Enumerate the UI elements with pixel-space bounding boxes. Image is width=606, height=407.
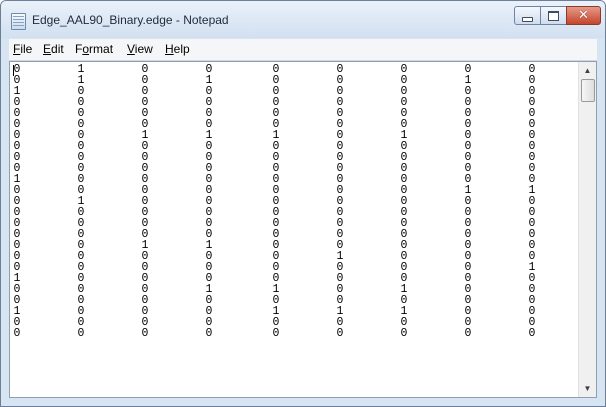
matrix-value: 0 bbox=[272, 327, 280, 340]
menu-edit-label: dit bbox=[51, 42, 64, 56]
menu-help-mnemonic: H bbox=[165, 42, 174, 56]
menu-format-label: rmat bbox=[89, 42, 114, 56]
menu-file[interactable]: File bbox=[13, 42, 32, 56]
matrix-value: 0 bbox=[528, 327, 536, 340]
text-caret bbox=[13, 65, 14, 76]
vertical-scrollbar[interactable]: ▲ ▼ bbox=[578, 62, 596, 397]
window-title: Edge_AAL90_Binary.edge - Notepad bbox=[32, 13, 229, 27]
matrix-value: 0 bbox=[141, 327, 149, 340]
close-button[interactable]: ✕ bbox=[566, 6, 601, 25]
menu-view-label: iew bbox=[134, 42, 153, 56]
menu-bar: File Edit Format View Help bbox=[9, 39, 597, 61]
minimize-icon bbox=[522, 16, 533, 22]
window-bottom-frame bbox=[9, 398, 597, 406]
text-editor[interactable]: 0100000000101000101000000000000000000000… bbox=[9, 61, 597, 398]
menu-file-label: ile bbox=[20, 42, 33, 56]
title-bar[interactable]: Edge_AAL90_Binary.edge - Notepad ✕ bbox=[1, 1, 605, 38]
scroll-up-button[interactable]: ▲ bbox=[579, 62, 596, 79]
maximize-icon bbox=[548, 10, 559, 21]
menu-view[interactable]: View bbox=[127, 42, 153, 56]
menu-help-label: elp bbox=[173, 42, 190, 56]
menu-format[interactable]: Format bbox=[75, 42, 113, 56]
scroll-down-button[interactable]: ▼ bbox=[579, 380, 596, 397]
scroll-down-icon: ▼ bbox=[583, 384, 592, 393]
scroll-up-icon: ▲ bbox=[583, 66, 592, 75]
matrix-value: 0 bbox=[77, 327, 85, 340]
minimize-button[interactable] bbox=[514, 6, 541, 25]
matrix-value: 0 bbox=[13, 327, 21, 340]
notepad-icon[interactable] bbox=[11, 13, 26, 30]
menu-edit-mnemonic: E bbox=[43, 42, 52, 56]
matrix-value: 0 bbox=[464, 327, 472, 340]
menu-view-mnemonic: V bbox=[127, 42, 135, 56]
maximize-button[interactable] bbox=[540, 6, 567, 25]
menu-help[interactable]: Help bbox=[165, 42, 190, 56]
matrix-value: 0 bbox=[336, 327, 344, 340]
menu-edit[interactable]: Edit bbox=[43, 42, 64, 56]
scroll-thumb[interactable] bbox=[581, 79, 595, 102]
close-icon: ✕ bbox=[578, 8, 589, 23]
matrix-value: 0 bbox=[400, 327, 408, 340]
matrix-value: 0 bbox=[205, 327, 213, 340]
notepad-window: Edge_AAL90_Binary.edge - Notepad ✕ File … bbox=[0, 0, 606, 407]
